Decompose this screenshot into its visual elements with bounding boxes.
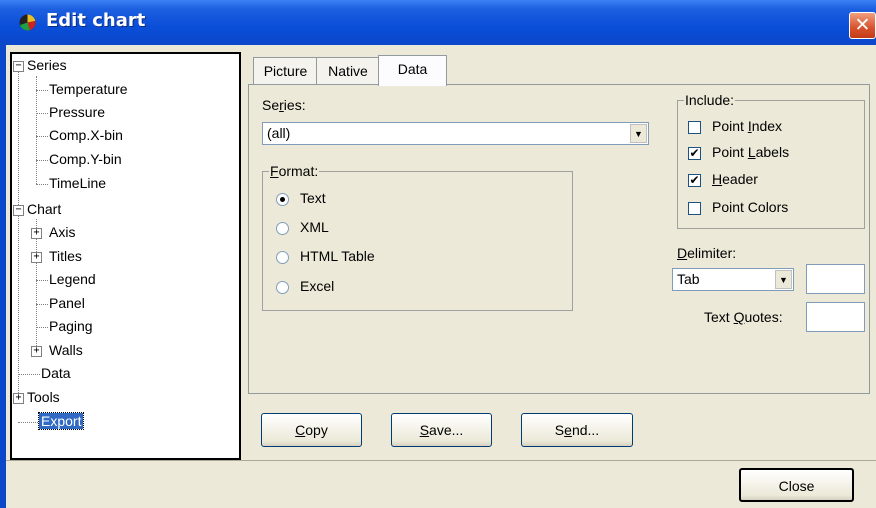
format-option-html-table-label[interactable]: HTML Table bbox=[300, 248, 375, 264]
tree-connector bbox=[36, 327, 48, 328]
send-button[interactable]: Send... bbox=[521, 413, 633, 447]
tab-data[interactable]: Data bbox=[378, 55, 447, 86]
close-button[interactable]: Close bbox=[739, 468, 854, 502]
text-quotes-input[interactable] bbox=[806, 302, 865, 332]
copy-button[interactable]: Copy bbox=[261, 413, 362, 447]
point-labels-checkbox[interactable]: ✔ bbox=[688, 147, 701, 160]
tab-native[interactable]: Native bbox=[316, 57, 380, 85]
series-select[interactable]: (all) ▼ bbox=[262, 122, 649, 145]
expand-walls-icon[interactable]: + bbox=[31, 346, 42, 357]
window-title: Edit chart bbox=[46, 10, 146, 31]
tree-connector bbox=[36, 136, 48, 137]
footer-divider bbox=[6, 460, 876, 461]
tree-connector bbox=[36, 113, 48, 114]
tree-item-data[interactable]: Data bbox=[41, 365, 71, 381]
format-group-label: Format: bbox=[270, 163, 319, 179]
save-button[interactable]: Save... bbox=[391, 413, 492, 447]
tab-picture[interactable]: Picture bbox=[253, 57, 318, 85]
tree-item-legend[interactable]: Legend bbox=[49, 271, 96, 287]
tree-item-series[interactable]: Series bbox=[27, 57, 67, 73]
tree-connector bbox=[18, 422, 40, 423]
tree-item-export[interactable]: Export bbox=[37, 412, 85, 430]
chart-editor-tree[interactable]: − Series Temperature Pressure Comp.X-bin… bbox=[10, 52, 241, 460]
delimiter-select[interactable]: Tab ▼ bbox=[672, 268, 794, 291]
series-select-value: (all) bbox=[267, 125, 291, 141]
custom-delimiter-input[interactable] bbox=[806, 264, 865, 294]
delimiter-label: Delimiter: bbox=[677, 245, 737, 261]
include-group-label: Include: bbox=[685, 92, 735, 108]
expand-axis-icon[interactable]: + bbox=[31, 228, 42, 239]
format-radio-xml[interactable] bbox=[276, 222, 289, 235]
chart-app-icon bbox=[19, 14, 36, 31]
tree-connector bbox=[36, 304, 48, 305]
tree-connector bbox=[36, 184, 48, 185]
point-colors-label[interactable]: Point Colors bbox=[712, 199, 788, 215]
tree-connector bbox=[36, 219, 37, 354]
point-index-checkbox[interactable] bbox=[688, 121, 701, 134]
tree-item-axis[interactable]: Axis bbox=[49, 224, 75, 240]
tree-item-temperature[interactable]: Temperature bbox=[49, 81, 128, 97]
text-quotes-label: Text Quotes: bbox=[704, 309, 783, 325]
tree-connector bbox=[36, 160, 48, 161]
tree-item-pressure[interactable]: Pressure bbox=[49, 104, 105, 120]
tree-item-chart[interactable]: Chart bbox=[27, 201, 61, 217]
expand-tools-icon[interactable]: + bbox=[13, 393, 24, 404]
tree-item-tools[interactable]: Tools bbox=[27, 389, 60, 405]
point-labels-label[interactable]: Point Labels bbox=[712, 144, 789, 160]
tree-connector bbox=[18, 374, 40, 375]
point-index-label[interactable]: Point Index bbox=[712, 118, 782, 134]
format-radio-excel[interactable] bbox=[276, 281, 289, 294]
tree-item-paging[interactable]: Paging bbox=[49, 318, 93, 334]
delimiter-select-value: Tab bbox=[677, 271, 700, 287]
format-radio-html-table[interactable] bbox=[276, 251, 289, 264]
collapse-series-icon[interactable]: − bbox=[13, 61, 24, 72]
header-checkbox[interactable]: ✔ bbox=[688, 174, 701, 187]
dropdown-arrow-icon[interactable]: ▼ bbox=[775, 270, 792, 289]
format-option-excel-label[interactable]: Excel bbox=[300, 278, 334, 294]
series-label: Series: bbox=[262, 97, 306, 113]
tree-item-titles[interactable]: Titles bbox=[49, 248, 82, 264]
tree-connector bbox=[36, 90, 48, 91]
window-close-button[interactable]: ✕ bbox=[849, 12, 876, 39]
tree-item-timeline[interactable]: TimeLine bbox=[49, 175, 106, 191]
collapse-chart-icon[interactable]: − bbox=[13, 205, 24, 216]
point-colors-checkbox[interactable] bbox=[688, 202, 701, 215]
tree-item-comp-y-bin[interactable]: Comp.Y-bin bbox=[49, 151, 122, 167]
expand-titles-icon[interactable]: + bbox=[31, 252, 42, 263]
tree-connector bbox=[18, 71, 19, 399]
tree-item-walls[interactable]: Walls bbox=[49, 342, 83, 358]
dropdown-arrow-icon[interactable]: ▼ bbox=[630, 124, 647, 143]
format-radio-text[interactable] bbox=[276, 193, 289, 206]
format-option-xml-label[interactable]: XML bbox=[300, 219, 329, 235]
format-option-text-label[interactable]: Text bbox=[300, 190, 326, 206]
tree-item-panel[interactable]: Panel bbox=[49, 295, 85, 311]
tree-connector bbox=[36, 280, 48, 281]
tree-item-comp-x-bin[interactable]: Comp.X-bin bbox=[49, 127, 123, 143]
tree-connector bbox=[36, 76, 37, 184]
header-label[interactable]: Header bbox=[712, 171, 758, 187]
